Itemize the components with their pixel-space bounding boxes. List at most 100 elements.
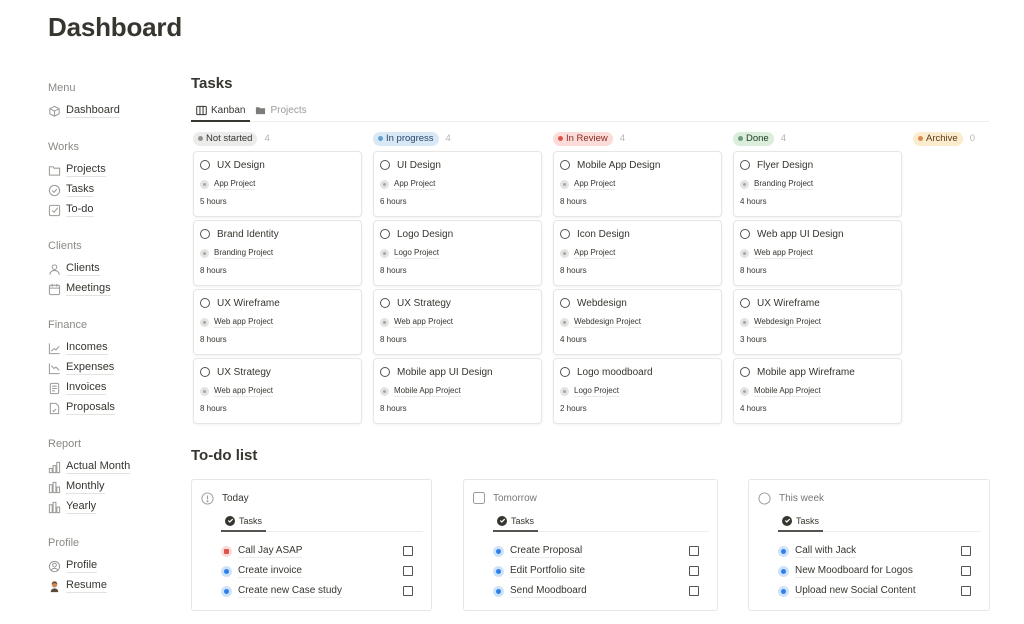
task-card[interactable]: Brand Identity Branding Project 8 hours bbox=[193, 220, 362, 286]
task-project[interactable]: Logo Project bbox=[394, 248, 439, 259]
task-project[interactable]: Webdesign Project bbox=[754, 317, 821, 328]
sidebar-item-projects[interactable]: Projects bbox=[48, 160, 178, 180]
sidebar-item-yearly[interactable]: Yearly bbox=[48, 497, 178, 517]
tab-projects[interactable]: Projects bbox=[250, 100, 311, 121]
circle-icon bbox=[560, 298, 570, 308]
tab-tasks[interactable]: Tasks bbox=[778, 511, 824, 532]
sidebar-group-label: Menu bbox=[48, 82, 76, 94]
todo-item-text[interactable]: Edit Portfolio site bbox=[510, 564, 586, 578]
todo-item-text[interactable]: New Moodboard for Logos bbox=[795, 564, 913, 578]
task-project[interactable]: Webdesign Project bbox=[574, 317, 641, 328]
task-project[interactable]: Web app Project bbox=[214, 386, 273, 397]
task-project[interactable]: Mobile App Project bbox=[394, 386, 461, 397]
todo-item-text[interactable]: Send Moodboard bbox=[510, 584, 587, 598]
task-project[interactable]: Web app Project bbox=[394, 317, 453, 328]
sidebar-item-dashboard[interactable]: Dashboard bbox=[48, 101, 178, 121]
task-title: UX Wireframe bbox=[217, 297, 280, 309]
todo-item-text[interactable]: Create invoice bbox=[238, 564, 302, 578]
todo-checkbox[interactable] bbox=[403, 566, 413, 576]
todo-group-title: Tomorrow bbox=[493, 492, 537, 504]
document-icon bbox=[48, 382, 61, 395]
status-badge[interactable]: In Review bbox=[553, 131, 613, 146]
task-project[interactable]: App Project bbox=[574, 179, 616, 190]
todo-checkbox[interactable] bbox=[961, 586, 971, 596]
task-project[interactable]: Web app Project bbox=[214, 317, 273, 328]
task-project[interactable]: App Project bbox=[214, 179, 256, 190]
task-card[interactable]: Web app UI Design Web app Project 8 hours bbox=[733, 220, 902, 286]
task-title: UX Strategy bbox=[217, 366, 271, 378]
status-badge[interactable]: Done bbox=[733, 131, 774, 146]
task-card[interactable]: Mobile app UI Design Mobile App Project 8 … bbox=[373, 358, 542, 424]
task-card[interactable]: Logo Design Logo Project 8 hours bbox=[373, 220, 542, 286]
sidebar-item-monthly[interactable]: Monthly bbox=[48, 477, 178, 497]
todo-checkbox[interactable] bbox=[689, 546, 699, 556]
todo-item-text[interactable]: Create new Case study bbox=[238, 584, 342, 598]
todo-item-text[interactable]: Call Jay ASAP bbox=[238, 544, 303, 558]
task-card[interactable]: UX Wireframe Web app Project 8 hours bbox=[193, 289, 362, 355]
task-card[interactable]: UX Wireframe Webdesign Project 3 hours bbox=[733, 289, 902, 355]
status-badge[interactable]: In progress bbox=[373, 131, 439, 146]
task-project[interactable]: Branding Project bbox=[754, 179, 814, 190]
sidebar-item-profile[interactable]: Profile bbox=[48, 556, 178, 576]
signed-document-icon bbox=[48, 402, 61, 415]
task-title: Logo Design bbox=[397, 228, 454, 240]
sidebar-item-actual-month[interactable]: Actual Month bbox=[48, 457, 178, 477]
circle-icon bbox=[560, 229, 570, 239]
task-card[interactable]: Flyer Design Branding Project 4 hours bbox=[733, 151, 902, 217]
task-card[interactable]: Mobile app Wireframe Mobile App Project 4 … bbox=[733, 358, 902, 424]
status-badge[interactable]: Archive bbox=[913, 131, 963, 146]
todo-checkbox[interactable] bbox=[961, 546, 971, 556]
status-label: Archive bbox=[926, 133, 958, 144]
sidebar: Menu Dashboard Works Projects Tasks To-d… bbox=[48, 82, 178, 616]
task-card[interactable]: UI Design App Project 6 hours bbox=[373, 151, 542, 217]
sidebar-item-expenses[interactable]: Expenses bbox=[48, 358, 178, 378]
sidebar-item-tasks[interactable]: Tasks bbox=[48, 180, 178, 200]
circle-icon bbox=[380, 160, 390, 170]
todo-item-text[interactable]: Call with Jack bbox=[795, 544, 857, 558]
column-header: Done 4 bbox=[733, 131, 902, 146]
task-hours: 4 hours bbox=[560, 335, 587, 344]
column-count: 4 bbox=[264, 133, 270, 144]
task-project[interactable]: Logo Project bbox=[574, 386, 619, 397]
task-project[interactable]: Branding Project bbox=[214, 248, 274, 259]
sidebar-item-incomes[interactable]: Incomes bbox=[48, 338, 178, 358]
bar-chart-icon bbox=[48, 501, 61, 514]
todo-tabbar: Tasks bbox=[778, 511, 981, 532]
task-project[interactable]: App Project bbox=[394, 179, 436, 190]
status-badge[interactable]: Not started bbox=[193, 131, 258, 146]
task-card[interactable]: Logo moodboard Logo Project 2 hours bbox=[553, 358, 722, 424]
task-project[interactable]: Mobile App Project bbox=[754, 386, 821, 397]
todo-checkbox[interactable] bbox=[689, 586, 699, 596]
todo-item-text[interactable]: Upload new Social Content bbox=[795, 584, 916, 598]
tab-kanban[interactable]: Kanban bbox=[191, 100, 251, 122]
sidebar-item-meetings[interactable]: Meetings bbox=[48, 279, 178, 299]
task-card[interactable]: UX Strategy Web app Project 8 hours bbox=[373, 289, 542, 355]
sidebar-item-proposals[interactable]: Proposals bbox=[48, 398, 178, 418]
alert-circle-icon bbox=[201, 492, 214, 505]
status-dot-icon bbox=[198, 136, 203, 141]
tab-tasks[interactable]: Tasks bbox=[221, 511, 267, 532]
task-hours: 3 hours bbox=[740, 335, 767, 344]
task-hours: 8 hours bbox=[200, 404, 227, 413]
task-project[interactable]: App Project bbox=[574, 248, 616, 259]
circle-icon bbox=[200, 229, 210, 239]
task-project[interactable]: Web app Project bbox=[754, 248, 813, 259]
sidebar-item-invoices[interactable]: Invoices bbox=[48, 378, 178, 398]
task-card[interactable]: Webdesign Webdesign Project 4 hours bbox=[553, 289, 722, 355]
tab-tasks[interactable]: Tasks bbox=[493, 511, 539, 532]
todo-group-tomorrow: Tomorrow Tasks Create Proposal Edit Portfol… bbox=[463, 479, 718, 611]
task-card[interactable]: UX Strategy Web app Project 8 hours bbox=[193, 358, 362, 424]
task-card[interactable]: Mobile App Design App Project 8 hours bbox=[553, 151, 722, 217]
sidebar-item-clients[interactable]: Clients bbox=[48, 259, 178, 279]
todo-checkbox[interactable] bbox=[403, 546, 413, 556]
todo-item: Edit Portfolio site bbox=[493, 561, 719, 581]
todo-checkbox[interactable] bbox=[961, 566, 971, 576]
task-card[interactable]: UX Design App Project 5 hours bbox=[193, 151, 362, 217]
sidebar-item-to-do[interactable]: To-do bbox=[48, 200, 178, 220]
sidebar-item-resume[interactable]: Resume bbox=[48, 576, 178, 596]
task-card[interactable]: Icon Design App Project 8 hours bbox=[553, 220, 722, 286]
todo-checkbox[interactable] bbox=[403, 586, 413, 596]
todo-checkbox[interactable] bbox=[689, 566, 699, 576]
project-icon bbox=[200, 248, 209, 258]
todo-item-text[interactable]: Create Proposal bbox=[510, 544, 583, 558]
